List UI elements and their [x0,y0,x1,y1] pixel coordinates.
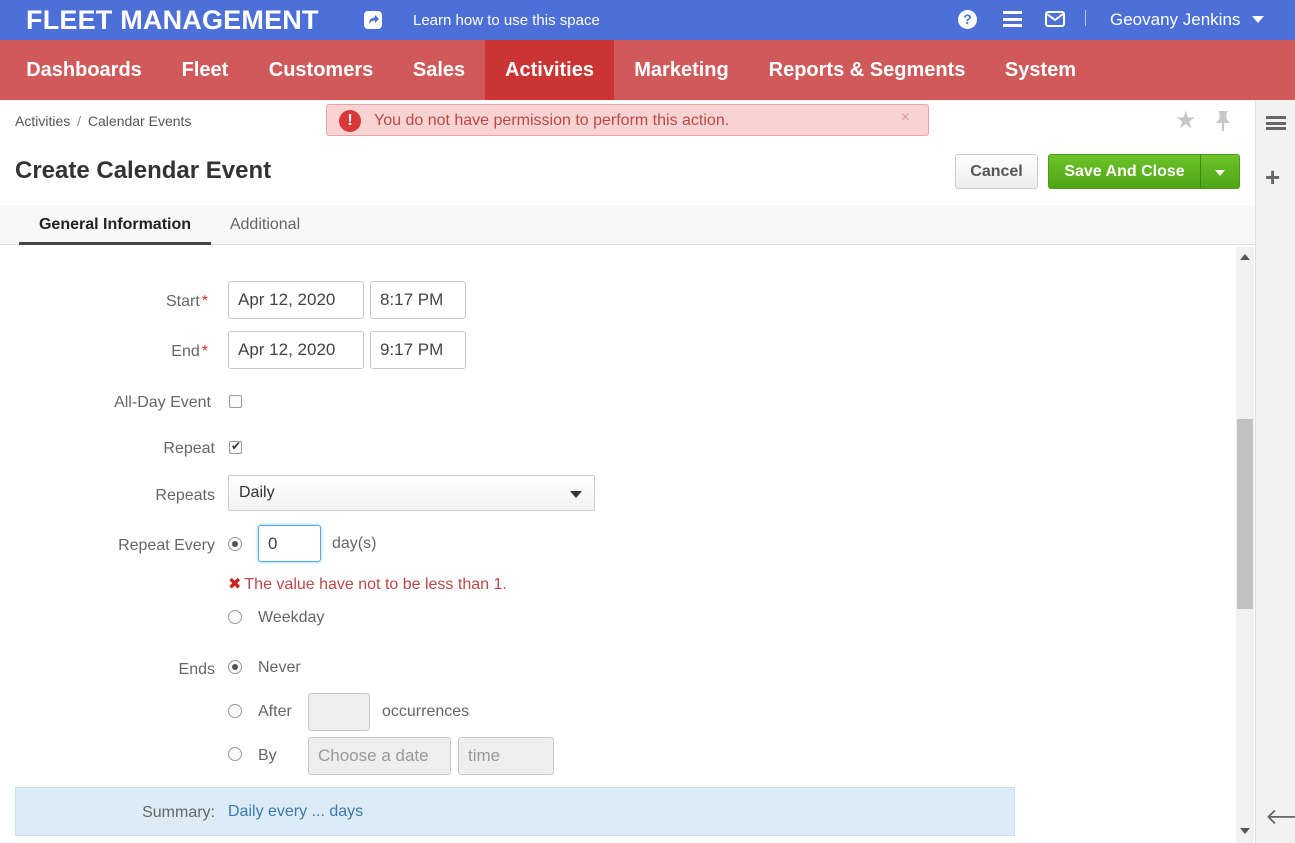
user-menu[interactable]: Geovany Jenkins [1110,10,1240,30]
envelope-icon[interactable] [1045,11,1065,32]
scroll-up-arrow[interactable] [1240,254,1250,260]
arrow-left-icon[interactable]: 🡐 [1265,804,1295,830]
exclamation-circle-icon: ! [339,110,361,132]
ends-after-label: After [258,703,292,720]
close-icon[interactable]: × [901,109,910,127]
alert-message: You do not have permission to perform th… [374,112,730,129]
hamburger-icon[interactable] [1003,11,1022,27]
tabs-bar: General Information Additional [0,205,1255,245]
caret-down-icon [1215,170,1225,176]
permission-alert: ! You do not have permission to perform … [326,104,929,136]
chevron-down-icon [570,491,582,498]
question-circle-icon[interactable]: ? [958,10,977,29]
repeats-label: Repeats [155,487,215,504]
end-label: End * [171,343,208,360]
nav-item-sales[interactable]: Sales [393,40,485,100]
repeat-checkbox[interactable] [229,439,242,454]
caret-down-icon[interactable] [1252,16,1264,23]
repeats-select[interactable]: Daily [228,475,595,511]
breadcrumb: Activities / Calendar Events [15,113,191,129]
breadcrumb-activities[interactable]: Activities [15,113,70,129]
breadcrumb-calendar-events[interactable]: Calendar Events [88,113,192,129]
nav-item-activities[interactable]: Activities [485,40,614,100]
tab-general-information[interactable]: General Information [19,205,211,245]
nav-item-customers[interactable]: Customers [249,40,393,100]
occurrences-input[interactable] [308,693,370,731]
recurrence-summary: Summary: Daily every ... days [15,787,1015,836]
ends-after-radio[interactable] [228,704,242,718]
star-icon[interactable]: ★ [1175,106,1197,135]
plus-icon[interactable]: + [1265,164,1280,190]
header-divider [1085,10,1086,26]
end-time-input[interactable]: 9:17 PM [370,331,466,369]
repeat-every-unit: day(s) [332,535,377,552]
main-nav: Dashboards Fleet Customers Sales Activit… [0,40,1295,100]
ends-by-time-input[interactable]: time [458,737,554,775]
ends-never-radio[interactable] [228,660,242,674]
list-icon[interactable] [1266,116,1286,132]
repeat-every-input[interactable]: 0 [258,525,321,562]
tab-additional[interactable]: Additional [215,205,315,245]
save-options-dropdown[interactable] [1200,154,1240,189]
learn-link[interactable]: Learn how to use this space [413,12,600,29]
nav-item-dashboards[interactable]: Dashboards [7,40,161,100]
save-and-close-button[interactable]: Save And Close [1048,154,1201,189]
ends-by-label: By [258,747,277,764]
summary-label: Summary: [142,804,215,821]
occurrences-label: occurrences [382,703,470,720]
error-x-icon: ✖ [228,576,242,593]
nav-item-reports-segments[interactable]: Reports & Segments [749,40,985,100]
ends-label: Ends [178,661,215,678]
start-time-input[interactable]: 8:17 PM [370,281,466,319]
validation-error: ✖ The value have not to be less than 1. [228,574,507,594]
scroll-down-arrow[interactable] [1240,828,1250,834]
repeat-label: Repeat [163,440,215,457]
allday-label: All-Day Event [114,394,211,411]
right-sidebar: + 🡐 [1255,100,1295,843]
ends-never-label: Never [258,659,301,676]
scrollbar-thumb[interactable] [1237,419,1253,609]
pin-icon[interactable] [1214,110,1232,137]
start-label: Start * [165,293,208,310]
repeat-every-label: Repeat Every [118,537,215,554]
ends-by-radio[interactable] [228,747,242,761]
page-title: Create Calendar Event [15,157,272,184]
summary-value: Daily every ... days [228,803,364,820]
brand-logo[interactable]: FLEET MANAGEMENT [26,5,319,36]
cancel-button[interactable]: Cancel [955,154,1038,189]
top-header: FLEET MANAGEMENT Learn how to use this s… [0,0,1295,40]
nav-item-fleet[interactable]: Fleet [161,40,249,100]
breadcrumb-separator: / [77,113,82,129]
ends-by-date-input[interactable]: Choose a date [308,737,451,775]
nav-item-marketing[interactable]: Marketing [614,40,749,100]
allday-checkbox[interactable] [229,395,242,408]
nav-item-system[interactable]: System [985,40,1096,100]
end-date-input[interactable]: Apr 12, 2020 [228,331,364,369]
start-date-input[interactable]: Apr 12, 2020 [228,281,364,319]
weekday-label: Weekday [258,609,325,626]
repeat-every-radio[interactable] [228,537,242,551]
share-icon[interactable] [364,11,382,29]
repeats-selected: Daily [239,484,275,501]
weekday-radio[interactable] [228,610,242,624]
error-message: The value have not to be less than 1. [244,576,507,593]
